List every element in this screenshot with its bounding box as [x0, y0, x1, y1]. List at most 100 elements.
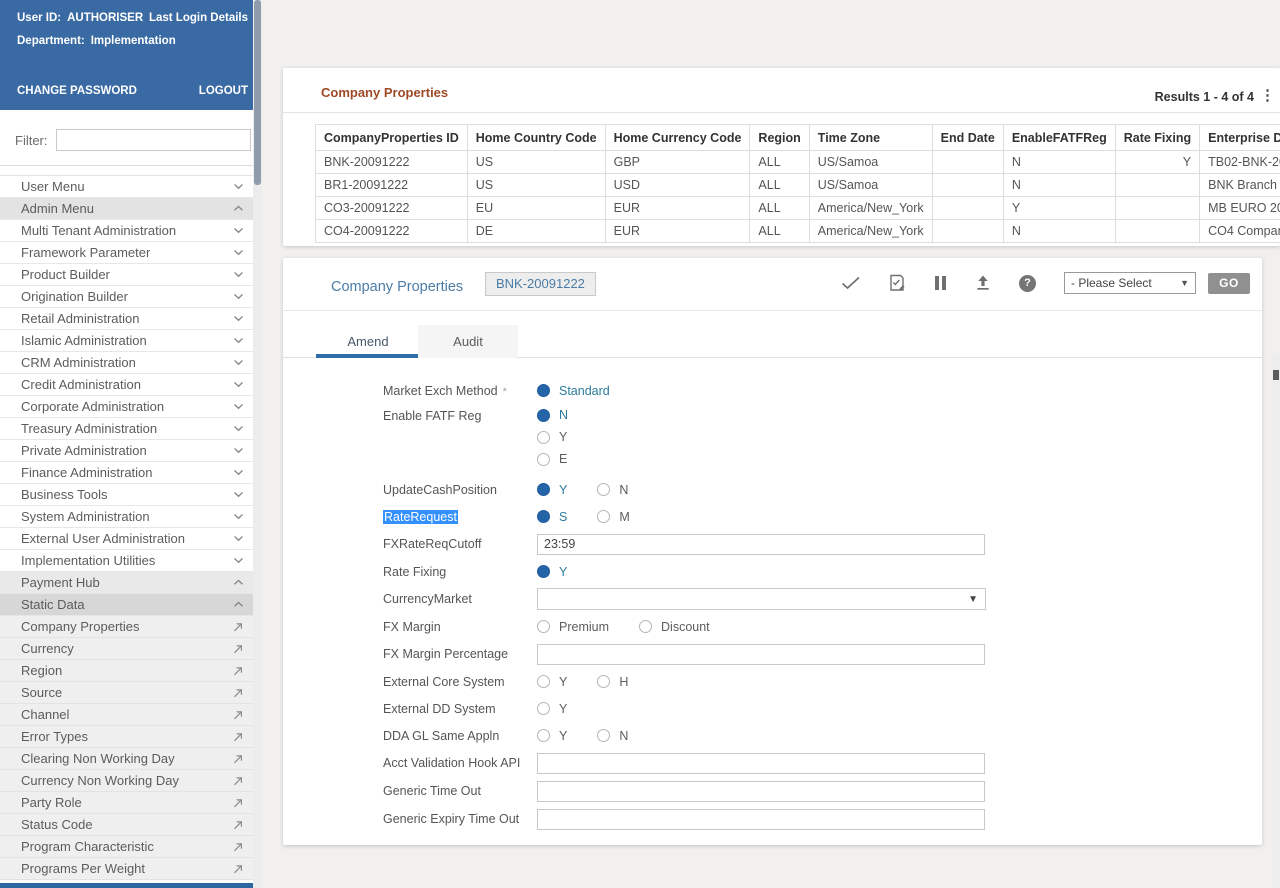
table-cell: US/Samoa [808, 173, 933, 197]
column-header-enterprise-description: Enterprise Description [1199, 124, 1280, 151]
sidebar-item-label: Islamic Administration [21, 333, 147, 348]
hold-pause-icon[interactable] [934, 275, 947, 291]
tab-audit[interactable]: Audit [418, 325, 518, 358]
radio-option-updatecashposition-n[interactable]: N [597, 483, 628, 497]
radio-unselected-icon[interactable] [639, 620, 653, 633]
sidebar-item-label: Framework Parameter [21, 245, 151, 260]
sidebar-item-system-administration[interactable]: System Administration [0, 506, 262, 528]
sidebar-item-origination-builder[interactable]: Origination Builder [0, 286, 262, 308]
upload-icon[interactable] [975, 275, 991, 291]
sidebar-item-implementation-utilities[interactable]: Implementation Utilities [0, 550, 262, 572]
radio-selected-icon[interactable] [537, 565, 550, 578]
sidebar-item-multi-tenant-administration[interactable]: Multi Tenant Administration [0, 220, 262, 242]
radio-option-fx-margin-premium[interactable]: Premium [537, 620, 609, 634]
chevron-down-icon [233, 227, 244, 234]
go-button[interactable]: GO [1208, 272, 1250, 294]
radio-option-external-core-system-y[interactable]: Y [537, 675, 567, 689]
radio-unselected-icon[interactable] [597, 483, 611, 496]
radio-option-enable-fatf-reg-y[interactable]: Y [537, 426, 567, 448]
radio-option-dda-gl-same-appln-n[interactable]: N [597, 729, 628, 743]
sidebar-item-islamic-administration[interactable]: Islamic Administration [0, 330, 262, 352]
sidebar-item-programs-per-weight[interactable]: Programs Per Weight [0, 858, 262, 880]
radio-unselected-icon[interactable] [597, 510, 611, 523]
radio-option-label: N [559, 408, 569, 422]
sidebar-item-clearing-non-working-day[interactable]: Clearing Non Working Day [0, 748, 262, 770]
last-login-details-link[interactable]: Last Login Details [149, 12, 248, 24]
sidebar-item-status-code[interactable]: Status Code [0, 814, 262, 836]
sidebar-item-payment-hub[interactable]: Payment Hub [0, 572, 262, 594]
fx-margin-percentage-input[interactable] [537, 643, 985, 665]
action-select[interactable]: - Please Select ▼ [1064, 272, 1196, 294]
sidebar-item-source[interactable]: Source [0, 682, 262, 704]
sidebar-item-business-tools[interactable]: Business Tools [0, 484, 262, 506]
radio-option-external-dd-system-y[interactable]: Y [537, 702, 567, 716]
sidebar-item-finance-administration[interactable]: Finance Administration [0, 462, 262, 484]
sidebar-item-credit-administration[interactable]: Credit Administration [0, 374, 262, 396]
sidebar-item-party-role[interactable]: Party Role [0, 792, 262, 814]
sidebar-item-corporate-administration[interactable]: Corporate Administration [0, 396, 262, 418]
radio-option-fx-margin-discount[interactable]: Discount [639, 620, 710, 634]
radio-unselected-icon[interactable] [537, 430, 550, 444]
radio-option-rate-fixing-y[interactable]: Y [537, 565, 567, 579]
help-icon[interactable]: ? [1019, 274, 1036, 292]
sidebar-item-currency[interactable]: Currency [0, 638, 262, 660]
radio-option-updatecashposition-y[interactable]: Y [537, 483, 567, 497]
radio-selected-icon[interactable] [537, 408, 550, 422]
approve-check-icon[interactable] [841, 276, 861, 290]
radio-selected-icon[interactable] [537, 483, 550, 496]
table-cell: US [466, 173, 606, 197]
sidebar-item-program-characteristic[interactable]: Program Characteristic [0, 836, 262, 858]
page-scrollbar[interactable] [1272, 355, 1280, 888]
sidebar-item-user-menu[interactable]: User Menu [0, 176, 262, 198]
radio-option-external-core-system-h[interactable]: H [597, 675, 628, 689]
sidebar-item-static-data[interactable]: Static Data [0, 594, 262, 616]
radio-unselected-icon[interactable] [597, 675, 611, 688]
sidebar-item-private-administration[interactable]: Private Administration [0, 440, 262, 462]
sidebar-item-region[interactable]: Region [0, 660, 262, 682]
sidebar-item-framework-parameter[interactable]: Framework Parameter [0, 242, 262, 264]
radio-unselected-icon[interactable] [537, 702, 550, 715]
currencymarket-select[interactable]: ▼ [537, 588, 986, 610]
sidebar-item-product-builder[interactable]: Product Builder [0, 264, 262, 286]
detail-panel: Company Properties BNK-20091222 ? - Plea… [283, 258, 1262, 845]
logout-link[interactable]: LOGOUT [199, 85, 248, 97]
user-id-label: User ID: [17, 12, 62, 24]
more-options-icon[interactable]: ⋮ [1260, 86, 1275, 104]
sidebar-item-external-user-administration[interactable]: External User Administration [0, 528, 262, 550]
radio-selected-icon[interactable] [537, 384, 550, 397]
sidebar-item-crm-administration[interactable]: CRM Administration [0, 352, 262, 374]
radio-unselected-icon[interactable] [537, 452, 550, 466]
radio-option-raterequest-s[interactable]: S [537, 510, 567, 524]
radio-option-market-exch-method-standard[interactable]: Standard [537, 384, 610, 398]
acct-validation-hook-api-input[interactable] [537, 752, 985, 774]
chevron-down-icon [233, 557, 244, 564]
radio-selected-icon[interactable] [537, 510, 550, 523]
sidebar-item-treasury-administration[interactable]: Treasury Administration [0, 418, 262, 440]
sidebar-item-retail-administration[interactable]: Retail Administration [0, 308, 262, 330]
sidebar-item-error-types[interactable]: Error Types [0, 726, 262, 748]
sidebar-scrollbar[interactable] [253, 0, 262, 888]
radio-option-enable-fatf-reg-e[interactable]: E [537, 448, 567, 470]
sidebar-item-company-properties[interactable]: Company Properties [0, 616, 262, 638]
sidebar-scrollbar-thumb[interactable] [254, 0, 261, 185]
sidebar-item-currency-non-working-day[interactable]: Currency Non Working Day [0, 770, 262, 792]
sidebar-item-admin-menu[interactable]: Admin Menu [0, 198, 262, 220]
radio-option-dda-gl-same-appln-y[interactable]: Y [537, 729, 567, 743]
launch-icon [232, 621, 244, 633]
generic-expiry-time-out-input[interactable] [537, 808, 985, 830]
radio-unselected-icon[interactable] [597, 729, 611, 742]
radio-unselected-icon[interactable] [537, 620, 550, 633]
generic-time-out-input[interactable] [537, 780, 985, 802]
sidebar-item-channel[interactable]: Channel [0, 704, 262, 726]
radio-option-enable-fatf-reg-n[interactable]: N [537, 404, 568, 426]
radio-unselected-icon[interactable] [537, 675, 550, 688]
filter-input[interactable] [55, 129, 251, 151]
change-password-link[interactable]: CHANGE PASSWORD [17, 85, 137, 97]
edit-record-icon[interactable] [889, 274, 906, 292]
radio-option-raterequest-m[interactable]: M [597, 510, 630, 524]
chevron-down-icon [233, 183, 244, 190]
page-scrollbar-thumb[interactable] [1273, 370, 1279, 380]
radio-unselected-icon[interactable] [537, 729, 550, 742]
sidebar-menu: User Menu Admin Menu Multi Tenant Administ… [0, 175, 262, 880]
fxratereqcutoff-input[interactable] [537, 533, 985, 555]
